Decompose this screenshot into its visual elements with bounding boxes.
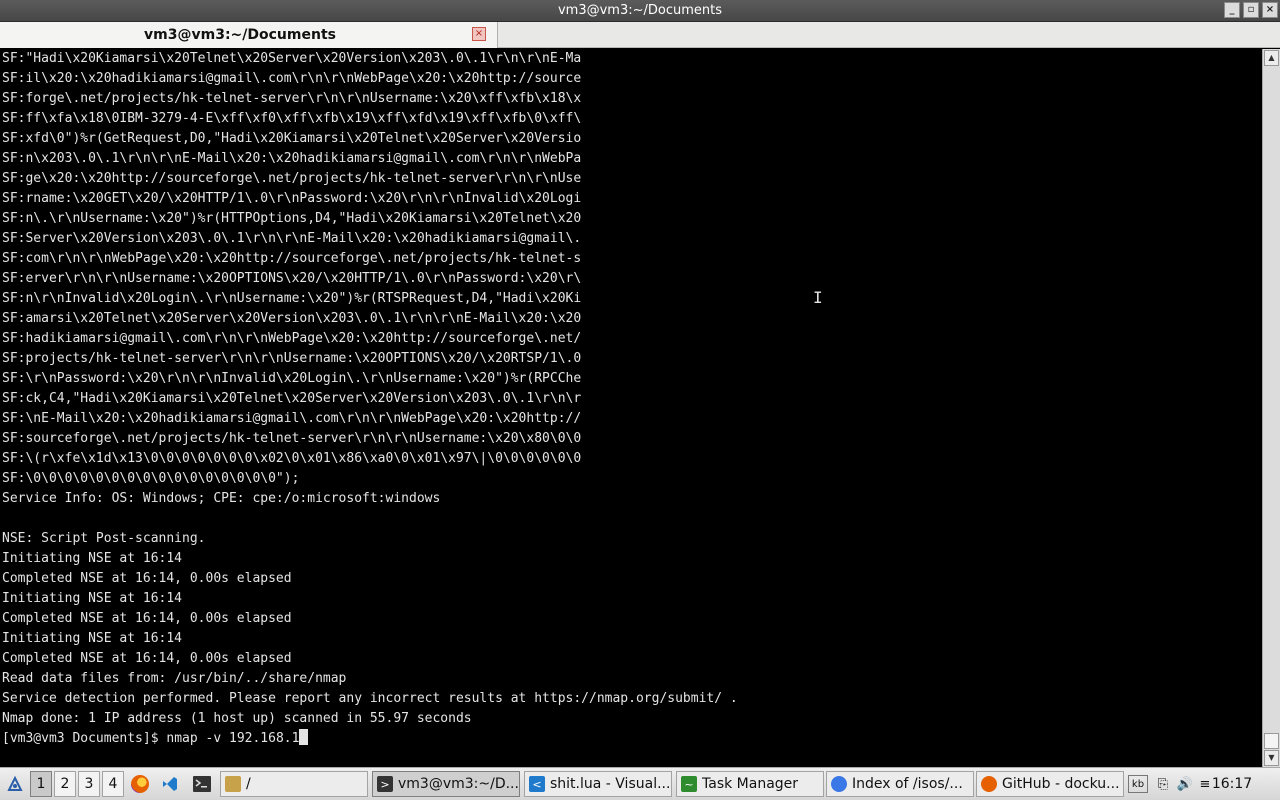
task-file-manager[interactable]: / bbox=[220, 771, 368, 797]
tab-close-button[interactable]: × bbox=[472, 27, 486, 41]
folder-icon bbox=[225, 776, 241, 792]
task-label: Task Manager bbox=[702, 776, 799, 792]
terminal-icon bbox=[193, 776, 211, 792]
terminal-icon: > bbox=[377, 776, 393, 792]
clock[interactable]: 16:17 bbox=[1212, 771, 1252, 797]
terminal-line: SF:hadikiamarsi@gmail\.com\r\n\r\nWebPag… bbox=[2, 331, 582, 346]
terminal-line: Read data files from: /usr/bin/../share/… bbox=[2, 671, 347, 686]
terminal-scrollbar[interactable]: ▲ ▼ bbox=[1262, 49, 1280, 767]
window-title: vm3@vm3:~/Documents bbox=[557, 3, 723, 18]
terminal-line: SF:projects/hk-telnet-server\r\n\r\nUser… bbox=[2, 351, 582, 366]
terminal-line: SF:rname:\x20GET\x20/\x20HTTP/1\.0\r\nPa… bbox=[2, 191, 582, 206]
maximize-button[interactable]: ▫ bbox=[1243, 2, 1259, 18]
terminal-tab-bar: vm3@vm3:~/Documents × bbox=[0, 22, 1280, 48]
task-chromium[interactable]: Index of /isos/... bbox=[826, 771, 974, 797]
terminal-line: Service detection performed. Please repo… bbox=[2, 691, 738, 706]
terminal-line: Completed NSE at 16:14, 0.00s elapsed bbox=[2, 571, 292, 586]
task-label: Index of /isos/... bbox=[852, 776, 963, 792]
scroll-down-button[interactable]: ▼ bbox=[1264, 750, 1279, 766]
scroll-thumb[interactable] bbox=[1264, 733, 1279, 749]
workspace-1-button[interactable]: 1 bbox=[30, 771, 52, 797]
terminal-line: SF:amarsi\x20Telnet\x20Server\x20Version… bbox=[2, 311, 582, 326]
task-manager-icon: ~ bbox=[681, 776, 697, 792]
workspace-4-button[interactable]: 4 bbox=[102, 771, 124, 797]
terminal-line: SF:\0\0\0\0\0\0\0\0\0\0\0\0\0\0\0\0"); bbox=[2, 471, 300, 486]
task-label: shit.lua - Visual... bbox=[550, 776, 671, 792]
task-vscode[interactable]: < shit.lua - Visual... bbox=[524, 771, 672, 797]
terminal-line: SF:com\r\n\r\nWebPage\x20:\x20http://sou… bbox=[2, 251, 582, 266]
keyboard-layout-icon[interactable]: kb bbox=[1128, 775, 1148, 793]
terminal-line: SF:\r\nPassword:\x20\r\n\r\nInvalid\x20L… bbox=[2, 371, 582, 386]
terminal-line: Completed NSE at 16:14, 0.00s elapsed bbox=[2, 651, 292, 666]
window-titlebar[interactable]: vm3@vm3:~/Documents _ ▫ × bbox=[0, 0, 1280, 22]
terminal-line: SF:n\x203\.0\.1\r\n\r\nE-Mail\x20:\x20ha… bbox=[2, 151, 582, 166]
start-menu-icon[interactable] bbox=[4, 771, 26, 797]
terminal-line: Initiating NSE at 16:14 bbox=[2, 591, 183, 606]
workspace-3-button[interactable]: 3 bbox=[78, 771, 100, 797]
terminal-line: SF:\(r\xfe\x1d\x13\0\0\0\0\0\0\0\x02\0\x… bbox=[2, 451, 582, 466]
minimize-button[interactable]: _ bbox=[1224, 2, 1240, 18]
terminal-line: SF:erver\r\n\r\nUsername:\x20OPTIONS\x20… bbox=[2, 271, 582, 286]
chromium-icon bbox=[831, 776, 847, 792]
terminal-line: SF:"Hadi\x20Kiamarsi\x20Telnet\x20Server… bbox=[2, 51, 582, 66]
task-label: vm3@vm3:~/D... bbox=[398, 776, 519, 792]
terminal-line: Initiating NSE at 16:14 bbox=[2, 631, 183, 646]
tab-label: vm3@vm3:~/Documents bbox=[144, 27, 336, 43]
terminal-line: SF:n\.\r\nUsername:\x20")%r(HTTPOptions,… bbox=[2, 211, 582, 226]
task-task-manager[interactable]: ~ Task Manager bbox=[676, 771, 824, 797]
ibeam-cursor-icon: I bbox=[813, 288, 823, 307]
tab-terminal[interactable]: vm3@vm3:~/Documents × bbox=[0, 22, 498, 48]
terminal-lines: SF:"Hadi\x20Kiamarsi\x20Telnet\x20Server… bbox=[0, 49, 1262, 729]
vscode-launcher[interactable] bbox=[158, 771, 182, 797]
workspace-2-button[interactable]: 2 bbox=[54, 771, 76, 797]
terminal-line: Service Info: OS: Windows; CPE: cpe:/o:m… bbox=[2, 491, 441, 506]
terminal-line: SF:ck,C4,"Hadi\x20Kiamarsi\x20Telnet\x20… bbox=[2, 391, 582, 406]
firefox-icon bbox=[981, 776, 997, 792]
terminal-line: Initiating NSE at 16:14 bbox=[2, 551, 183, 566]
terminal-line: SF:il\x20:\x20hadikiamarsi@gmail\.com\r\… bbox=[2, 71, 582, 86]
terminal-launcher[interactable] bbox=[190, 771, 214, 797]
command-input[interactable]: nmap -v 192.168.1 bbox=[166, 731, 299, 746]
terminal-line: SF:ff\xfa\x18\0IBM-3279-4-E\xff\xf0\xff\… bbox=[2, 111, 582, 126]
firefox-launcher[interactable] bbox=[128, 771, 152, 797]
taskbar: 1 2 3 4 / > vm3@vm3:~/D... < shit.lua - … bbox=[0, 767, 1280, 800]
firefox-icon bbox=[131, 775, 149, 793]
volume-icon[interactable]: 🔊 bbox=[1174, 771, 1196, 797]
text-cursor bbox=[299, 729, 309, 745]
terminal-line: Nmap done: 1 IP address (1 host up) scan… bbox=[2, 711, 472, 726]
window-controls: _ ▫ × bbox=[1224, 2, 1278, 18]
terminal-line: Completed NSE at 16:14, 0.00s elapsed bbox=[2, 611, 292, 626]
shell-prompt: [vm3@vm3 Documents]$ bbox=[2, 731, 167, 746]
terminal-line: SF:ge\x20:\x20http://sourceforge\.net/pr… bbox=[2, 171, 582, 186]
vscode-icon: < bbox=[529, 776, 545, 792]
task-terminal[interactable]: > vm3@vm3:~/D... bbox=[372, 771, 520, 797]
clipboard-icon[interactable]: ⎘ bbox=[1152, 771, 1174, 797]
terminal-line: SF:xfd\0")%r(GetRequest,D0,"Hadi\x20Kiam… bbox=[2, 131, 582, 146]
terminal-line: SF:\nE-Mail\x20:\x20hadikiamarsi@gmail\.… bbox=[2, 411, 582, 426]
task-firefox[interactable]: GitHub - docku... bbox=[976, 771, 1124, 797]
scroll-up-button[interactable]: ▲ bbox=[1264, 50, 1279, 66]
terminal-line: SF:forge\.net/projects/hk-telnet-server\… bbox=[2, 91, 582, 106]
terminal-line: SF:sourceforge\.net/projects/hk-telnet-s… bbox=[2, 431, 582, 446]
vscode-icon bbox=[163, 777, 177, 791]
terminal-line: NSE: Script Post-scanning. bbox=[2, 531, 206, 546]
terminal-prompt-line[interactable]: [vm3@vm3 Documents]$ nmap -v 192.168.1 bbox=[0, 729, 1262, 749]
terminal-line: SF:n\r\nInvalid\x20Login\.\r\nUsername:\… bbox=[2, 291, 582, 306]
task-label: / bbox=[246, 776, 251, 792]
close-window-button[interactable]: × bbox=[1262, 2, 1278, 18]
terminal-line: SF:Server\x20Version\x203\.0\.1\r\n\r\nE… bbox=[2, 231, 582, 246]
terminal-output[interactable]: SF:"Hadi\x20Kiamarsi\x20Telnet\x20Server… bbox=[0, 49, 1262, 767]
task-label: GitHub - docku... bbox=[1002, 776, 1120, 792]
